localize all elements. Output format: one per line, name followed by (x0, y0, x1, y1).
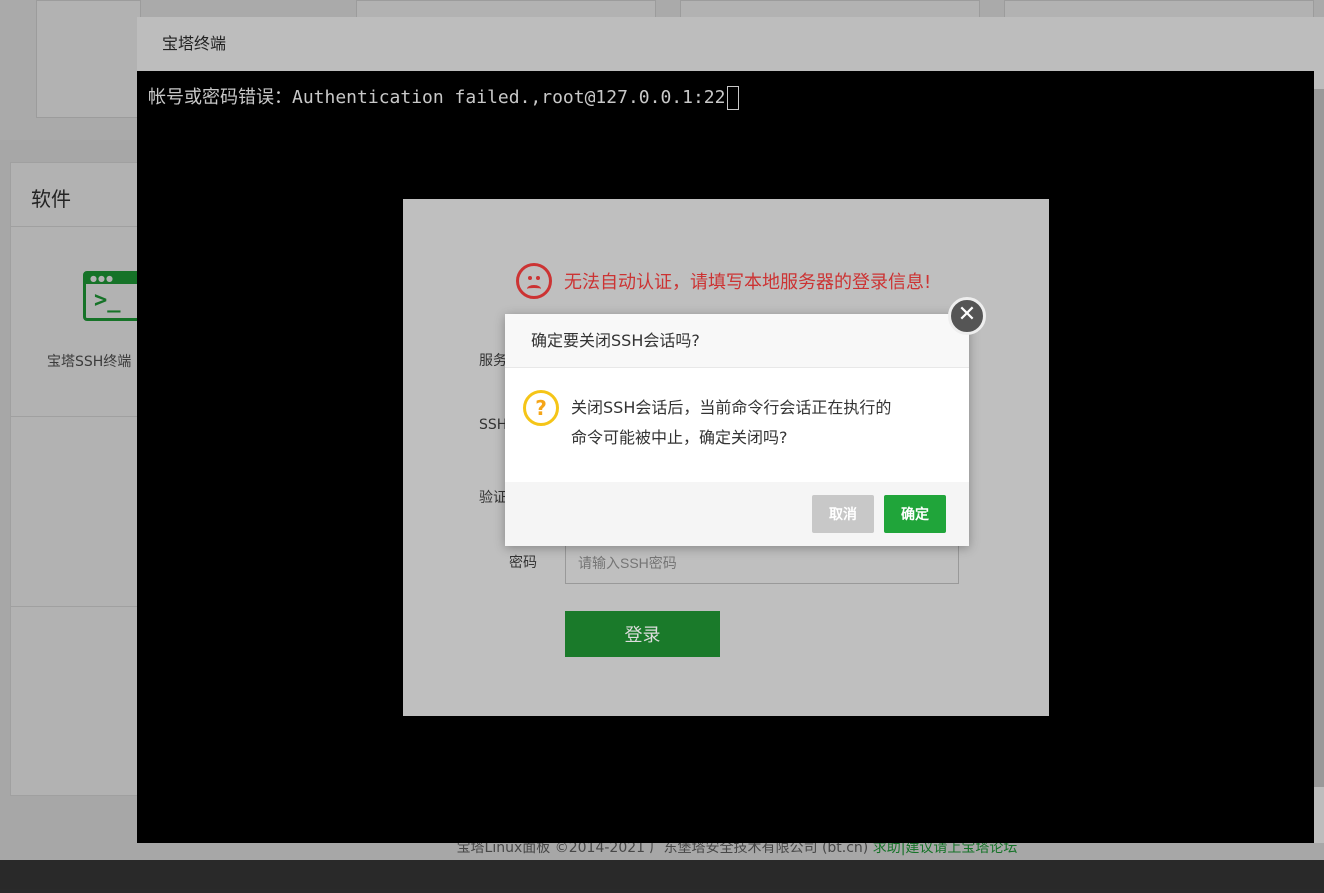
auth-method-label: 验证 (479, 490, 507, 506)
login-error-text: 无法自动认证，请填写本地服务器的登录信息! (564, 272, 932, 293)
login-error: 无法自动认证，请填写本地服务器的登录信息! (516, 263, 931, 299)
confirm-message: 关闭SSH会话后，当前命令行会话正在执行的 命令可能被中止，确定关闭吗? (571, 390, 951, 453)
sad-face-icon (516, 263, 552, 299)
ok-button[interactable]: 确定 (884, 495, 946, 533)
password-label: 密码 (509, 555, 537, 571)
close-icon[interactable]: ✕ (948, 297, 986, 335)
password-input[interactable] (565, 542, 959, 584)
terminal-title: 宝塔终端 (137, 17, 1324, 71)
confirm-message-line2: 命令可能被中止，确定关闭吗? (571, 428, 788, 447)
terminal-error-prefix: 帐号或密码错误： (148, 87, 292, 108)
confirm-body: ? 关闭SSH会话后，当前命令行会话正在执行的 命令可能被中止，确定关闭吗? (523, 390, 953, 453)
login-button[interactable]: 登录 (565, 611, 720, 657)
terminal-cursor (727, 86, 740, 110)
question-icon: ? (523, 390, 559, 426)
cancel-button[interactable]: 取消 (812, 495, 874, 533)
close-ssh-confirm-dialog: 确定要关闭SSH会话吗? ? 关闭SSH会话后，当前命令行会话正在执行的 命令可… (505, 314, 969, 546)
terminal-output[interactable]: 帐号或密码错误：Authentication failed.,root@127.… (148, 83, 740, 110)
sad-face-mouth (527, 285, 541, 293)
server-label: 服务 (479, 353, 507, 369)
ssh-port-label: SSH (479, 417, 508, 433)
terminal-error-message: Authentication failed.,root@127.0.0.1:22 (292, 87, 726, 108)
terminal-scrollbar-thumb[interactable] (1314, 89, 1324, 787)
confirm-title: 确定要关闭SSH会话吗? (505, 314, 969, 368)
confirm-message-line1: 关闭SSH会话后，当前命令行会话正在执行的 (571, 398, 892, 417)
confirm-footer: 取消 确定 (505, 482, 969, 546)
